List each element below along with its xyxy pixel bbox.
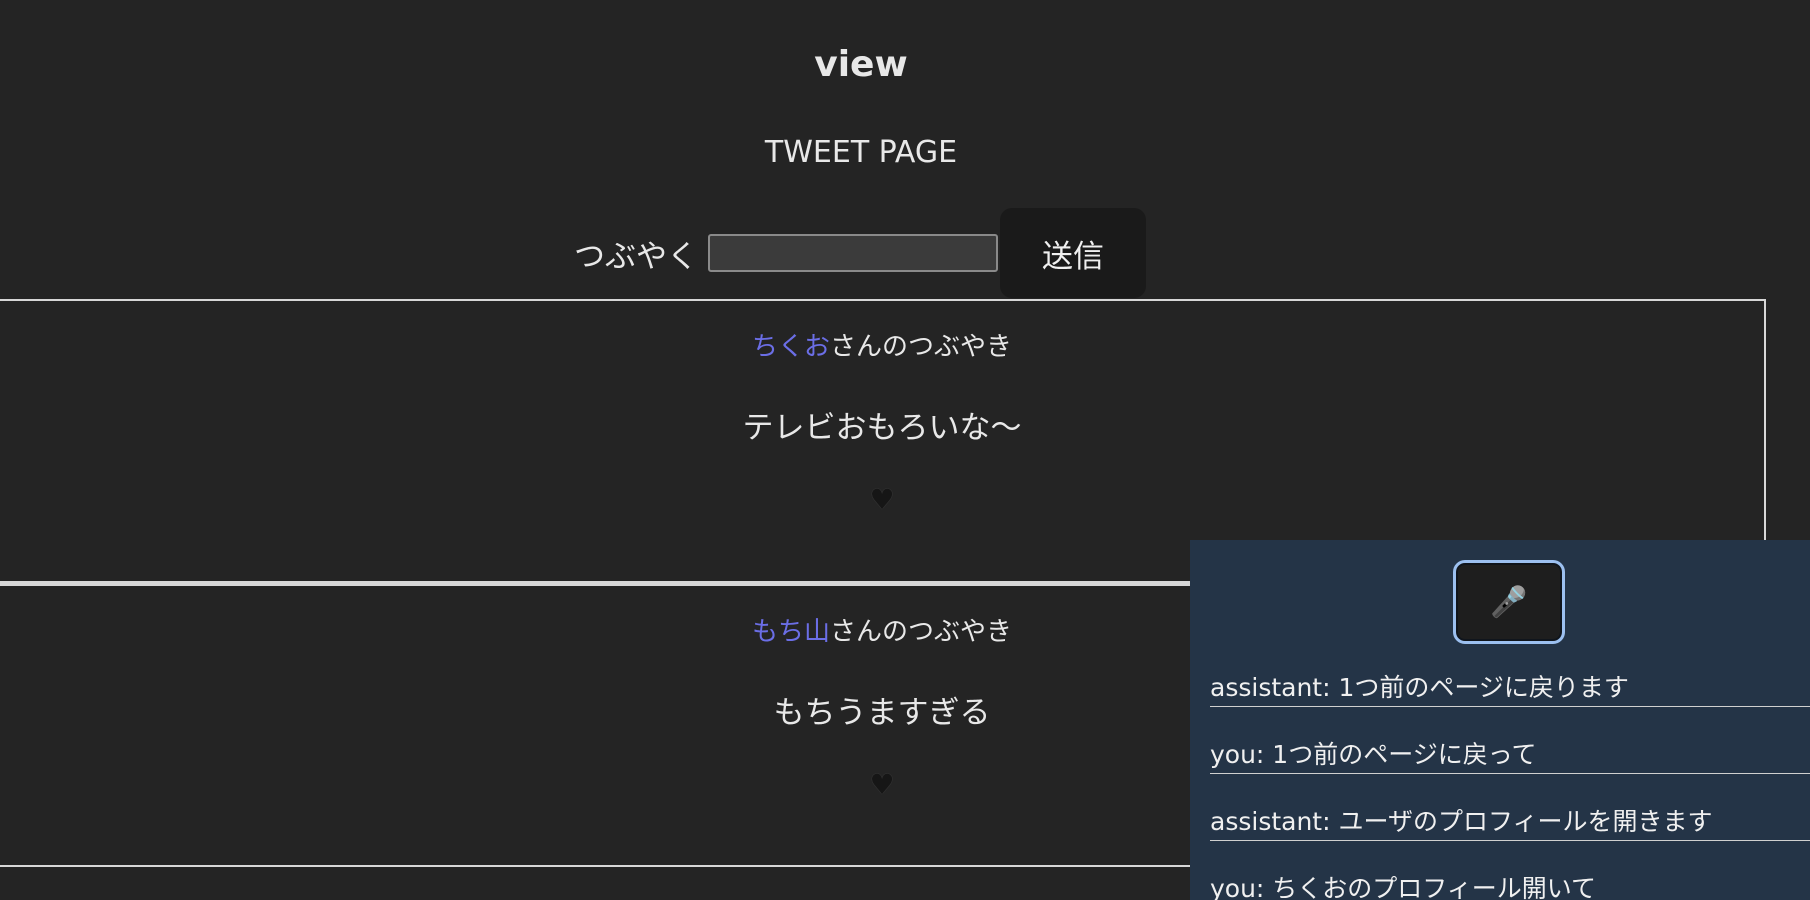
heart-icon[interactable]: ♥ <box>869 768 894 801</box>
author-suffix: さんのつぶやき <box>830 617 1013 647</box>
microphone-button[interactable]: 🎤 <box>1453 560 1565 644</box>
tweet-author-line: ちくおさんのつぶやき <box>0 301 1764 365</box>
app-title: view <box>814 44 908 85</box>
heart-icon[interactable]: ♥ <box>869 483 894 516</box>
chat-message: assistant: ユーザのプロフィールを開きます <box>1210 804 1810 841</box>
tweet-page: view TWEET PAGE つぶやく 送信 ちくおさんのつぶやき テレビおも… <box>0 0 1810 900</box>
chat-message: you: ちくおのプロフィール開いて <box>1210 871 1810 900</box>
chat-message: you: 1つ前のページに戻って <box>1210 737 1810 774</box>
tweet-label: つぶやく <box>574 238 698 275</box>
submit-button[interactable]: 送信 <box>1000 208 1146 298</box>
page-heading: TWEET PAGE <box>764 135 958 170</box>
tweet-form: つぶやく 送信 <box>574 208 1146 298</box>
author-suffix: さんのつぶやき <box>830 332 1013 362</box>
voice-assistant-panel: 🎤 assistant: 1つ前のページに戻ります you: 1つ前のページに戻… <box>1190 540 1810 900</box>
chat-message: assistant: 1つ前のページに戻ります <box>1210 670 1810 707</box>
microphone-icon: 🎤 <box>1490 585 1528 619</box>
author-link[interactable]: ちくお <box>752 332 830 362</box>
tweet-text: テレビおもろいな〜 <box>742 410 1022 446</box>
author-link[interactable]: もち山 <box>752 617 830 647</box>
conversation-log: assistant: 1つ前のページに戻ります you: 1つ前のページに戻って… <box>1210 670 1810 900</box>
tweet-input[interactable] <box>708 234 998 272</box>
